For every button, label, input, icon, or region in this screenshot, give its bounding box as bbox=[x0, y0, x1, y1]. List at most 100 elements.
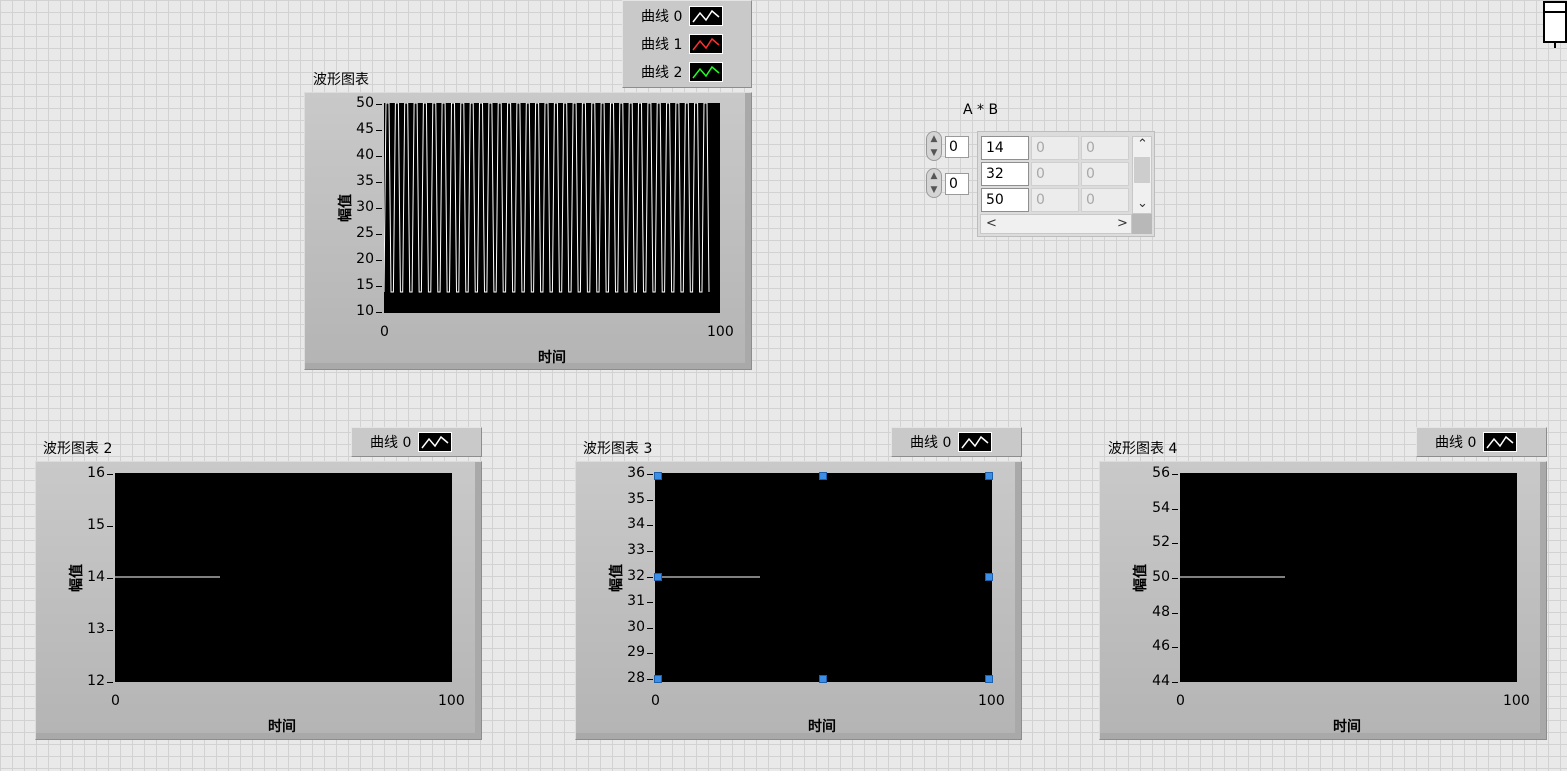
scroll-down-icon[interactable]: ⌄ bbox=[1137, 197, 1148, 211]
down-arrow-icon[interactable]: ▼ bbox=[927, 183, 941, 197]
chart3-plot-area[interactable] bbox=[655, 473, 992, 682]
y-tick-mark bbox=[1172, 578, 1178, 579]
array-element[interactable]: 0 bbox=[1031, 188, 1079, 212]
y-tick-mark bbox=[376, 286, 382, 287]
y-tick-mark bbox=[1172, 647, 1178, 649]
y-tick-label: 14 bbox=[87, 569, 105, 585]
down-arrow-icon[interactable]: ▼ bbox=[927, 146, 941, 160]
resize-handle[interactable] bbox=[985, 675, 993, 683]
y-tick-label: 12 bbox=[87, 673, 105, 689]
y-tick-label: 45 bbox=[356, 121, 374, 137]
y-tick-mark bbox=[376, 104, 382, 105]
array-horizontal-scrollbar[interactable]: < > bbox=[980, 214, 1132, 234]
array-element[interactable]: 32 bbox=[981, 162, 1029, 186]
legend-item-0[interactable]: 曲线 0 bbox=[623, 2, 723, 30]
y-tick-mark bbox=[647, 499, 653, 501]
legend-item-0[interactable]: 曲线 0 bbox=[1417, 428, 1517, 456]
chart4-trace bbox=[1180, 576, 1285, 578]
y-tick-label: 16 bbox=[87, 465, 105, 481]
y-tick-label: 33 bbox=[627, 541, 645, 558]
y-tick-mark bbox=[647, 550, 653, 552]
line-swatch-icon bbox=[1483, 432, 1517, 452]
y-tick-mark bbox=[647, 627, 653, 629]
legend-label: 曲线 2 bbox=[641, 65, 683, 81]
y-tick-label: 40 bbox=[356, 147, 374, 163]
x-tick-label: 100 bbox=[438, 693, 465, 709]
series-line bbox=[383, 102, 710, 293]
scroll-corner bbox=[1132, 214, 1152, 234]
y-tick-mark bbox=[1172, 474, 1178, 475]
y-tick-mark bbox=[107, 526, 113, 527]
scroll-up-icon[interactable]: ⌃ bbox=[1137, 138, 1148, 152]
legend-item-1[interactable]: 曲线 1 bbox=[623, 30, 723, 58]
chart1-plot-area[interactable] bbox=[383, 102, 720, 313]
scroll-thumb[interactable] bbox=[1134, 157, 1150, 183]
row-index-input[interactable]: 0 bbox=[945, 136, 969, 158]
array-element[interactable]: 0 bbox=[1031, 162, 1079, 186]
array-element[interactable]: 0 bbox=[1081, 136, 1129, 160]
scroll-left-icon[interactable]: < bbox=[986, 217, 997, 231]
y-tick-label: 20 bbox=[356, 251, 374, 267]
x-tick-label: 0 bbox=[1176, 693, 1185, 709]
legend-item-0[interactable]: 曲线 0 bbox=[892, 428, 992, 456]
col-index-input[interactable]: 0 bbox=[945, 173, 969, 195]
chart3-plot-legend[interactable]: 曲线 0 bbox=[891, 427, 1022, 457]
scroll-right-icon[interactable]: > bbox=[1117, 217, 1128, 231]
chart4-plot-legend[interactable]: 曲线 0 bbox=[1416, 427, 1547, 457]
legend-item-0[interactable]: 曲线 0 bbox=[352, 428, 452, 456]
chart1-caption: 波形图表 bbox=[313, 72, 369, 88]
chart2-caption: 波形图表 2 bbox=[43, 441, 113, 457]
y-tick-mark bbox=[376, 182, 382, 183]
up-arrow-icon[interactable]: ▲ bbox=[927, 169, 941, 183]
chart3-caption: 波形图表 3 bbox=[583, 441, 653, 457]
y-tick-label: 46 bbox=[1152, 638, 1170, 655]
up-arrow-icon[interactable]: ▲ bbox=[927, 132, 941, 146]
chart4-caption: 波形图表 4 bbox=[1108, 441, 1178, 457]
array-element[interactable]: 0 bbox=[1031, 136, 1079, 160]
array-element[interactable]: 50 bbox=[981, 188, 1029, 212]
legend-label: 曲线 0 bbox=[910, 435, 952, 451]
legend-item-2[interactable]: 曲线 2 bbox=[623, 58, 723, 86]
chart2-trace bbox=[115, 576, 220, 578]
chart4-x-axis-label: 时间 bbox=[1333, 719, 1361, 735]
x-tick-label: 0 bbox=[111, 693, 120, 709]
array-vertical-scrollbar[interactable]: ⌃ ⌄ bbox=[1132, 136, 1152, 214]
chart2-plot-area[interactable] bbox=[115, 473, 452, 682]
y-tick-label: 29 bbox=[627, 644, 645, 661]
chart4-plot-area[interactable] bbox=[1180, 473, 1517, 682]
y-tick-mark bbox=[647, 653, 653, 655]
chart1-plot-legend[interactable]: 曲线 0 曲线 1 曲线 2 bbox=[622, 0, 752, 88]
resize-handle[interactable] bbox=[985, 573, 993, 581]
y-tick-mark bbox=[1172, 543, 1178, 545]
array-element[interactable]: 0 bbox=[1081, 162, 1129, 186]
resize-handle[interactable] bbox=[819, 472, 827, 480]
col-index-spinner[interactable]: ▲ ▼ bbox=[926, 168, 942, 198]
legend-label: 曲线 1 bbox=[641, 37, 683, 53]
y-tick-label: 25 bbox=[356, 225, 374, 241]
array-element[interactable]: 14 bbox=[981, 136, 1029, 160]
resize-handle[interactable] bbox=[985, 472, 993, 480]
array-element[interactable]: 0 bbox=[1081, 188, 1129, 212]
row-index-spinner[interactable]: ▲ ▼ bbox=[926, 131, 942, 161]
y-tick-label: 54 bbox=[1152, 499, 1170, 516]
y-tick-mark bbox=[107, 474, 113, 475]
window-icon[interactable] bbox=[1541, 0, 1567, 50]
y-tick-mark bbox=[376, 234, 382, 235]
y-tick-label: 52 bbox=[1152, 534, 1170, 551]
resize-handle[interactable] bbox=[654, 472, 662, 480]
y-tick-label: 36 bbox=[627, 465, 645, 481]
y-tick-label: 30 bbox=[627, 618, 645, 635]
y-tick-mark bbox=[376, 312, 382, 313]
y-tick-label: 15 bbox=[356, 277, 374, 293]
y-tick-label: 10 bbox=[356, 303, 374, 319]
y-tick-mark bbox=[376, 260, 382, 261]
y-tick-label: 32 bbox=[627, 567, 645, 584]
resize-handle[interactable] bbox=[819, 675, 827, 683]
legend-label: 曲线 0 bbox=[370, 435, 412, 451]
y-tick-label: 28 bbox=[627, 670, 645, 686]
x-tick-label: 100 bbox=[1503, 693, 1530, 709]
resize-handle[interactable] bbox=[654, 573, 662, 581]
array-caption: A * B bbox=[963, 102, 999, 118]
chart2-plot-legend[interactable]: 曲线 0 bbox=[351, 427, 482, 457]
resize-handle[interactable] bbox=[654, 675, 662, 683]
